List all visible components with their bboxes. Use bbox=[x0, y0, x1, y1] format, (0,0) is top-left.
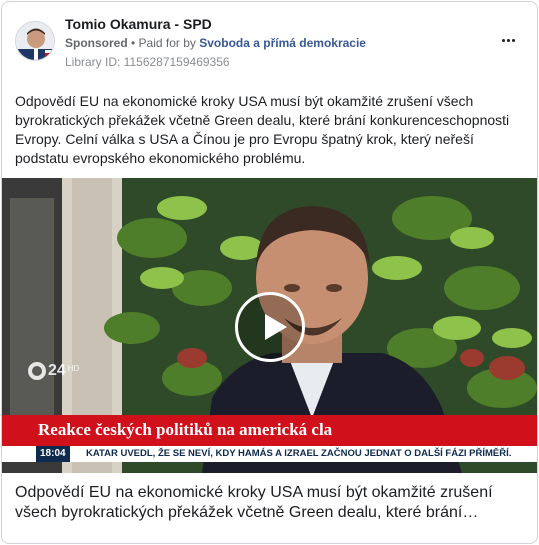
ad-card: Tomio Okamura - SPD Sponsored • Paid for… bbox=[1, 1, 538, 544]
post-body-text: Odpovědí EU na ekonomické kroky USA musí… bbox=[15, 93, 510, 166]
ticker-text: KATAR UVEDL, ŽE SE NEVÍ, KDY HAMÁS A IZR… bbox=[86, 448, 512, 459]
play-icon[interactable] bbox=[235, 292, 305, 362]
more-options-button[interactable] bbox=[497, 32, 519, 48]
channel-ring-icon bbox=[28, 362, 46, 380]
payer-link[interactable]: Svoboda a přímá demokracie bbox=[199, 36, 366, 50]
video-caption: Reakce českých politiků na americká cla bbox=[38, 420, 333, 439]
link-description[interactable]: Odpovědí EU na ekonomické kroky USA musí… bbox=[15, 483, 527, 523]
avatar-image bbox=[16, 22, 54, 60]
more-horizontal-icon bbox=[501, 38, 505, 42]
paid-for-label: Paid for by bbox=[138, 36, 200, 50]
avatar[interactable] bbox=[15, 21, 55, 61]
sponsored-label: Sponsored bbox=[65, 36, 128, 50]
channel-logo: 24 HD bbox=[28, 362, 79, 380]
ticker-time: 18:04 bbox=[36, 446, 70, 462]
page-name[interactable]: Tomio Okamura - SPD bbox=[65, 16, 212, 32]
sponsor-line: Sponsored • Paid for by Svoboda a přímá … bbox=[65, 36, 366, 50]
post-header: Tomio Okamura - SPD Sponsored • Paid for… bbox=[2, 2, 537, 82]
library-id: Library ID: 1156287159469356 bbox=[65, 55, 230, 69]
separator: • bbox=[127, 36, 139, 50]
